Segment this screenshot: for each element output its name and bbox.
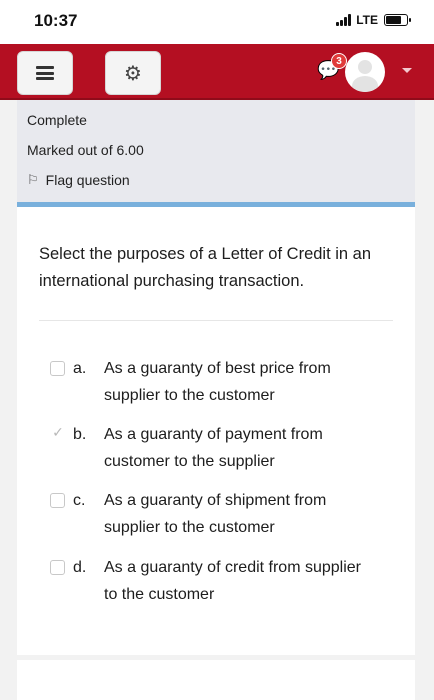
avatar-icon	[358, 60, 372, 74]
messages-button[interactable]: 💬 3	[317, 53, 347, 82]
question-divider	[39, 320, 393, 321]
question-state: Complete	[27, 112, 87, 128]
network-label: LTE	[356, 13, 378, 27]
menu-button[interactable]	[17, 51, 73, 95]
battery-icon	[384, 14, 411, 26]
signal-icon	[336, 14, 352, 26]
question-card: Select the purposes of a Letter of Credi…	[17, 207, 415, 655]
next-question-card	[17, 660, 415, 700]
top-navbar: ⚙ 💬 3	[0, 44, 434, 100]
flag-question-label: Flag question	[45, 172, 130, 188]
question-text: Select the purposes of a Letter of Credi…	[39, 245, 372, 290]
option-checkbox[interactable]	[50, 560, 65, 575]
option-checkbox[interactable]	[50, 493, 65, 508]
option-text: As a guaranty of shipment from supplier …	[104, 492, 327, 536]
option-letter: c.	[73, 492, 86, 509]
flag-icon: ⚐	[27, 172, 39, 188]
status-indicators: LTE	[336, 13, 411, 27]
status-time: 10:37	[34, 11, 78, 30]
settings-button[interactable]: ⚙	[105, 51, 161, 95]
option-letter: d.	[73, 559, 87, 576]
option-checkbox[interactable]	[50, 361, 65, 376]
option-letter: a.	[73, 360, 87, 377]
question-mark: Marked out of 6.00	[27, 142, 144, 158]
gear-icon: ⚙	[124, 61, 142, 85]
hamburger-menu-icon	[36, 66, 54, 80]
option-text: As a guaranty of payment from customer t…	[104, 426, 323, 470]
question-info-panel: Complete Marked out of 6.00 ⚐ Flag quest…	[17, 100, 415, 202]
flag-question-link[interactable]: ⚐ Flag question	[27, 172, 130, 188]
option-text: As a guaranty of best price from supplie…	[104, 360, 331, 404]
status-bar: 10:37 LTE	[0, 0, 434, 44]
checkmark-icon[interactable]: ✓	[50, 425, 66, 441]
option-letter: b.	[73, 426, 87, 443]
caret-down-icon[interactable]	[402, 68, 412, 73]
avatar[interactable]	[345, 52, 385, 92]
option-text: As a guaranty of credit from supplier to…	[104, 559, 362, 603]
